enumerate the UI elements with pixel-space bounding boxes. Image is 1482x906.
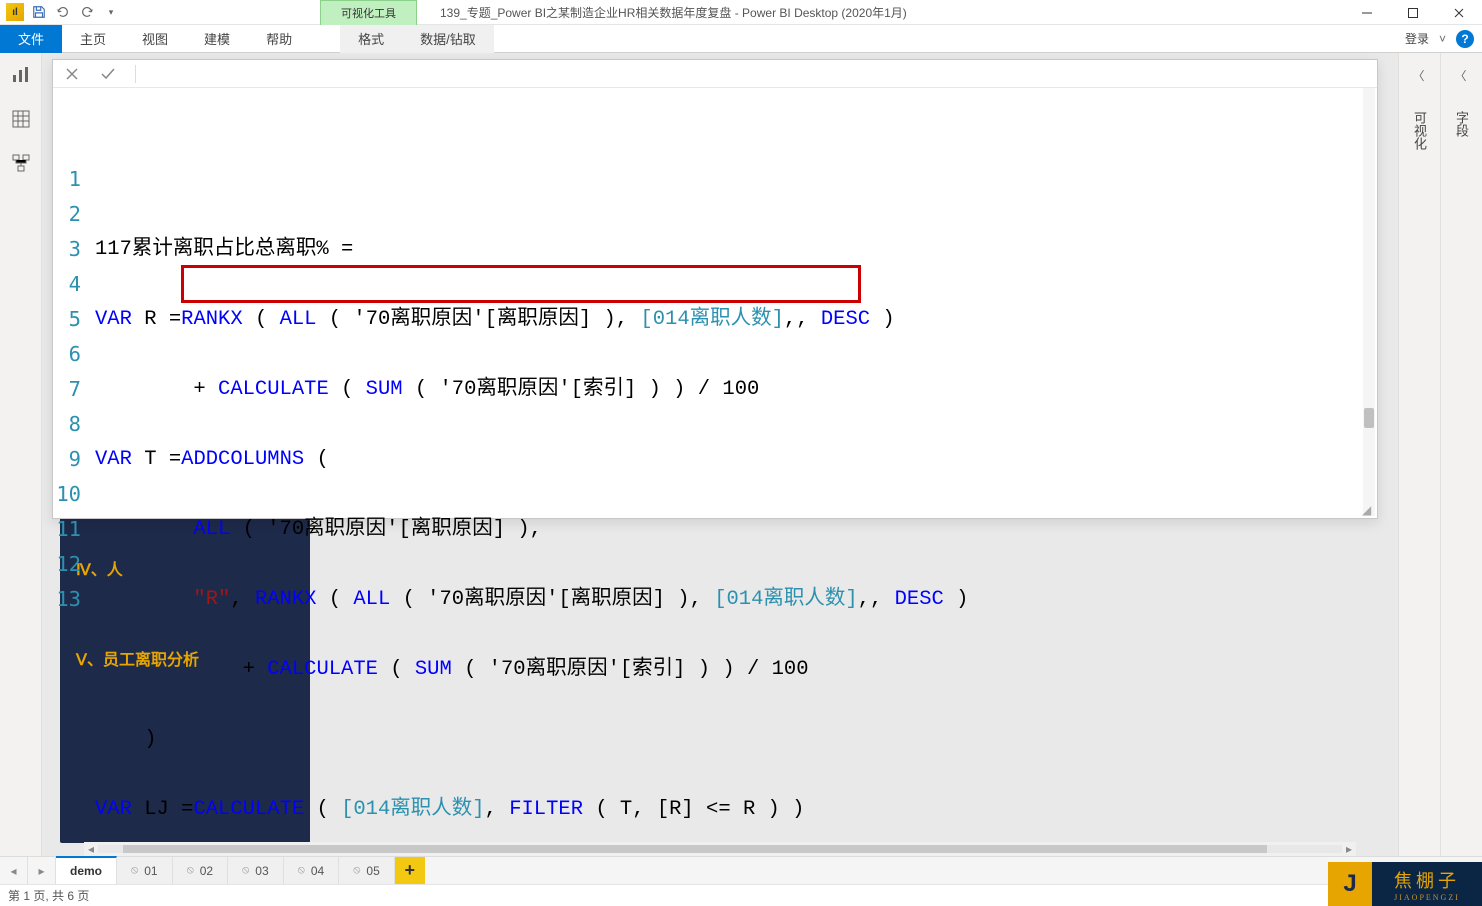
page-tab-03[interactable]: ⦸03 [228,857,284,885]
collapse-fields-icon[interactable]: 〈 [1455,67,1469,81]
undo-icon[interactable] [52,1,74,23]
right-pane-rail: 〈 可视化 [1398,53,1440,856]
file-tab[interactable]: 文件 [0,25,62,53]
tab-format[interactable]: 格式 [340,25,402,53]
canvas-scrollbar-horizontal[interactable]: ◂▸ [84,842,1356,856]
ribbon-tabs: 文件 主页 视图 建模 帮助 格式 数据/钻取 登录 ˅ ? [0,25,1482,53]
report-canvas[interactable]: J Ⅰ、人 Ⅱ、人 Ⅲ、应 Ⅳ、人 Ⅴ、员工离职分析 1234567891011… [42,53,1398,856]
collapse-visualizations-icon[interactable]: 〈 [1413,67,1427,81]
dax-code[interactable]: 12345678910111213 117累计离职占比总离职% = VAR R … [53,88,1377,856]
page-tab-01[interactable]: ⦸01 [117,857,173,885]
right-pane-rail-2: 〈 字段 [1440,53,1482,856]
editor-scrollbar-vertical[interactable] [1363,88,1375,516]
editor-resize-handle[interactable]: ◢ [1362,503,1374,515]
save-icon[interactable] [28,1,50,23]
maximize-button[interactable] [1390,0,1436,25]
close-button[interactable] [1436,0,1482,25]
contextual-tool-label: 可视化工具 [320,0,417,25]
cancel-icon[interactable] [63,65,81,83]
page-nav-next-icon[interactable]: ▸ [28,857,56,885]
hidden-icon: ⦸ [187,864,194,877]
report-view-icon[interactable] [9,63,33,87]
app-icon: ıl [4,1,26,23]
titlebar: ıl ▾ 可视化工具 139_专题_Power BI之某制造企业HR相关数据年度… [0,0,1482,25]
page-tabs-bar: ◂ ▸ demo ⦸01 ⦸02 ⦸03 ⦸04 ⦸05 + [0,856,1482,884]
qat-dropdown-icon[interactable]: ▾ [100,1,122,23]
minimize-button[interactable] [1344,0,1390,25]
status-bar: 第 1 页, 共 6 页 [0,884,1482,906]
page-tab-demo[interactable]: demo [56,856,117,884]
left-view-rail [0,53,42,856]
hidden-icon: ⦸ [131,864,138,877]
add-page-button[interactable]: + [395,857,425,885]
formula-toolbar [53,60,1377,88]
signin-link[interactable]: 登录 [1405,30,1429,47]
hidden-icon: ⦸ [298,864,305,877]
page-tab-04[interactable]: ⦸04 [284,857,340,885]
help-icon[interactable]: ? [1456,30,1474,48]
model-view-icon[interactable] [9,151,33,175]
brand-watermark: J 焦棚子 JIAOPENGZI [1328,862,1482,906]
formula-editor[interactable]: 12345678910111213 117累计离职占比总离职% = VAR R … [52,59,1378,519]
page-indicator: 第 1 页, 共 6 页 [8,887,89,904]
line-gutter: 12345678910111213 [53,92,89,687]
highlight-annotation [181,265,861,303]
tab-data-drill[interactable]: 数据/钻取 [402,25,494,53]
brand-logo-icon: J [1328,862,1372,906]
redo-icon[interactable] [76,1,98,23]
commit-icon[interactable] [99,65,117,83]
visualizations-pane-label[interactable]: 可视化 [1410,111,1429,150]
tab-modeling[interactable]: 建模 [186,25,248,53]
page-tab-02[interactable]: ⦸02 [173,857,229,885]
page-tab-05[interactable]: ⦸05 [339,857,395,885]
tab-home[interactable]: 主页 [62,25,124,53]
hidden-icon: ⦸ [242,864,249,877]
hidden-icon: ⦸ [353,864,360,877]
ribbon-collapse-icon[interactable]: ˅ [1439,32,1446,46]
tab-view[interactable]: 视图 [124,25,186,53]
window-title: 139_专题_Power BI之某制造企业HR相关数据年度复盘 - Power … [440,4,907,21]
quick-access-toolbar: ıl ▾ [0,1,122,23]
tab-help[interactable]: 帮助 [248,25,310,53]
window-controls [1344,0,1482,25]
brand-text: 焦棚子 JIAOPENGZI [1372,862,1482,906]
fields-pane-label[interactable]: 字段 [1452,111,1471,137]
page-nav-prev-icon[interactable]: ◂ [0,857,28,885]
data-view-icon[interactable] [9,107,33,131]
main-area: J Ⅰ、人 Ⅱ、人 Ⅲ、应 Ⅳ、人 Ⅴ、员工离职分析 1234567891011… [0,53,1482,856]
